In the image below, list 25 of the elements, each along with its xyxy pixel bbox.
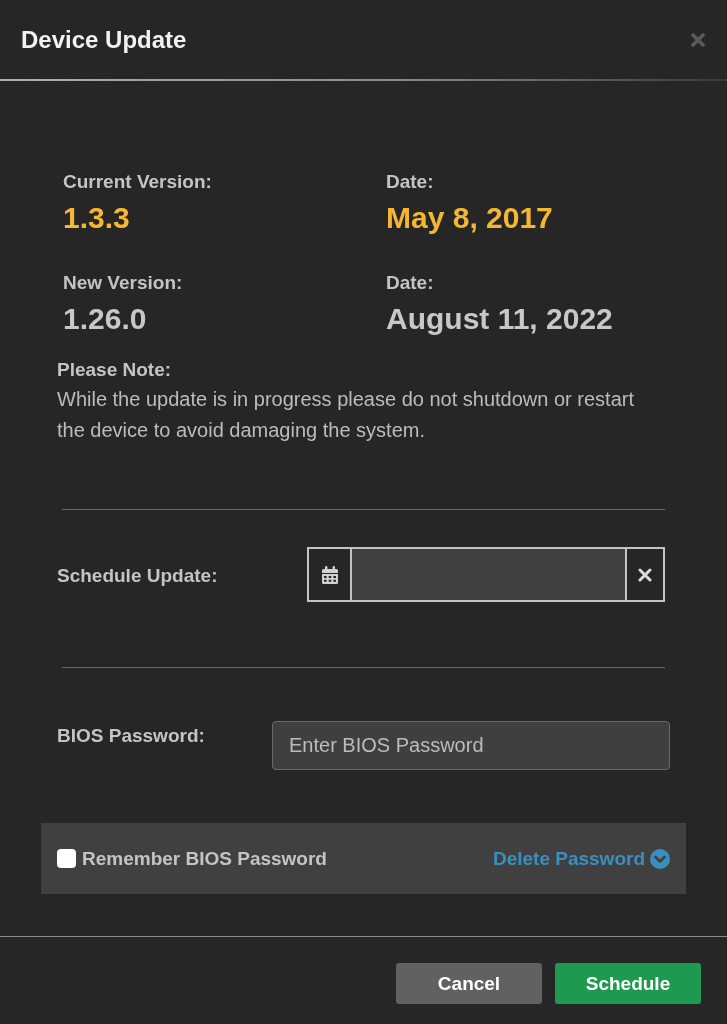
checkbox-label: Remember BIOS Password: [82, 847, 327, 870]
note-title: Please Note:: [57, 359, 172, 381]
version-label: Current Version:: [63, 171, 212, 193]
version-label: New Version:: [63, 272, 183, 294]
schedule-update-label: Schedule Update:: [57, 565, 218, 587]
password-field[interactable]: Enter BIOS Password: [272, 721, 670, 770]
date-label: Date:: [386, 272, 434, 294]
version-number: 1.26.0: [63, 302, 147, 336]
date-input-field[interactable]: [352, 547, 625, 602]
release-date: August 11, 2022: [386, 302, 613, 336]
calendar-button[interactable]: [307, 547, 352, 602]
clear-date-button[interactable]: [625, 547, 665, 602]
date-label: Date:: [386, 171, 434, 193]
close-icon: [638, 567, 652, 582]
release-date: May 8, 2017: [386, 201, 553, 235]
cancel-button[interactable]: Cancel: [396, 963, 542, 1004]
delete-password-link[interactable]: Delete Password: [492, 847, 670, 870]
version-number: 1.3.3: [63, 201, 130, 235]
chevron-down-icon: [650, 848, 670, 869]
note-text: While the update is in progress please do not shutdown or restart the device to avoid damaging the system.: [57, 387, 635, 443]
checkbox[interactable]: [57, 849, 76, 868]
schedule-button[interactable]: Schedule: [555, 963, 701, 1004]
calendar-icon: [321, 565, 338, 584]
bios-password-label: BIOS Password:: [57, 725, 205, 747]
dialog-title: Device Update: [21, 25, 187, 54]
